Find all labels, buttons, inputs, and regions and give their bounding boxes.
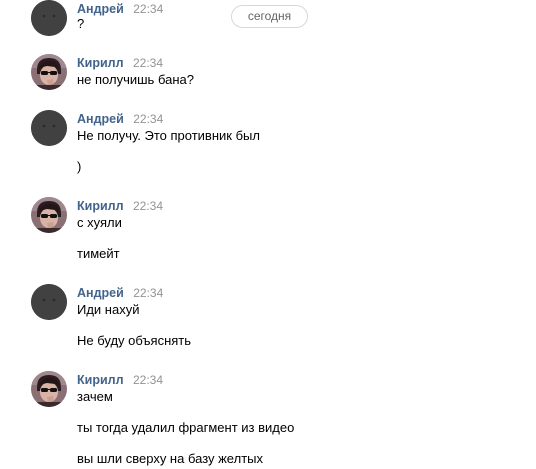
message-text: вы шли сверху на базу желтых: [77, 451, 263, 466]
message-header: Андрей 22:34: [77, 110, 163, 126]
message-text: не получишь бана?: [77, 72, 194, 87]
message-time[interactable]: 22:34: [133, 199, 163, 213]
chat-history[interactable]: сегодня Андрей 22:34 ? Кирилл 22:34 не п…: [0, 0, 536, 469]
author-link[interactable]: Андрей: [77, 112, 124, 126]
author-link[interactable]: Кирилл: [77, 199, 124, 213]
photo-avatar[interactable]: [31, 54, 67, 90]
message-time[interactable]: 22:34: [133, 112, 163, 126]
author-link[interactable]: Андрей: [77, 2, 124, 16]
dark-avatar[interactable]: [31, 0, 67, 36]
message-time[interactable]: 22:34: [133, 56, 163, 70]
message-header: Андрей 22:34: [77, 284, 163, 300]
date-divider: сегодня: [231, 5, 308, 28]
message-header: Кирилл 22:34: [77, 54, 163, 70]
message-time[interactable]: 22:34: [133, 2, 163, 16]
message-header: Кирилл 22:34: [77, 371, 163, 387]
message-time[interactable]: 22:34: [133, 286, 163, 300]
author-link[interactable]: Андрей: [77, 286, 124, 300]
message-text: Иди нахуй: [77, 302, 140, 317]
message-text: Не получу. Это противник был: [77, 128, 260, 143]
author-link[interactable]: Кирилл: [77, 56, 124, 70]
message-text: тимейт: [77, 246, 120, 261]
message-header: Андрей 22:34: [77, 0, 163, 16]
dark-avatar[interactable]: [31, 284, 67, 320]
author-link[interactable]: Кирилл: [77, 373, 124, 387]
message-header: Кирилл 22:34: [77, 197, 163, 213]
photo-avatar[interactable]: [31, 197, 67, 233]
message-time[interactable]: 22:34: [133, 373, 163, 387]
message-text: Не буду объяснять: [77, 333, 192, 348]
message-text: зачем: [77, 389, 113, 404]
message-text: ?: [77, 16, 85, 31]
message-text: с хуяли: [77, 215, 122, 230]
dark-avatar[interactable]: [31, 110, 67, 146]
photo-avatar[interactable]: [31, 371, 67, 407]
message-text: ты тогда удалил фрагмент из видео: [77, 420, 295, 435]
message-text: ): [77, 159, 82, 174]
